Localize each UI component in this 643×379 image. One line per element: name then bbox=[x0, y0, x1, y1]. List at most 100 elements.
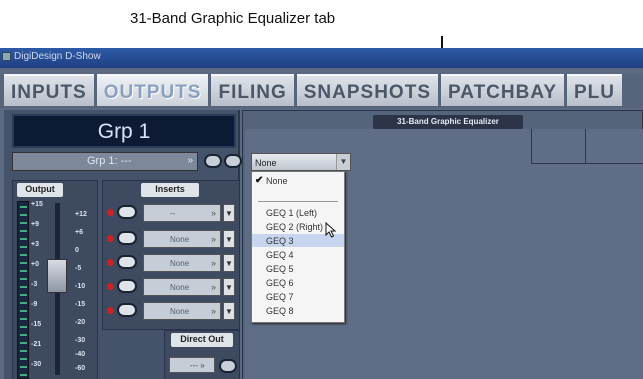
insert-bypass-button[interactable] bbox=[117, 205, 137, 219]
menu-item-geq-4[interactable]: GEQ 4 bbox=[252, 248, 344, 261]
panel-divider bbox=[531, 129, 532, 163]
mouse-pointer-icon bbox=[325, 222, 337, 238]
meter-segment bbox=[20, 358, 27, 360]
inserts-label: Inserts bbox=[141, 183, 199, 197]
tab-patchbay[interactable]: PATCHBAY bbox=[441, 74, 564, 106]
direct-out-label: Direct Out bbox=[171, 333, 233, 347]
channel-strip: Grp 1 Grp 1: --- » Output +15 +9 +3 +0 -… bbox=[4, 110, 242, 379]
menu-item-none[interactable]: ✔ None bbox=[252, 174, 344, 187]
meter-segment bbox=[20, 342, 27, 344]
insert-slot[interactable]: None » bbox=[143, 278, 221, 296]
chevron-down-icon[interactable]: ▼ bbox=[223, 302, 235, 320]
meter-segment bbox=[20, 206, 27, 208]
next-channel-button[interactable] bbox=[224, 154, 242, 168]
meter-segment bbox=[20, 254, 27, 256]
tab-bar: INPUTS OUTPUTS FILING SNAPSHOTS PATCHBAY… bbox=[0, 74, 643, 108]
scale-label: -30 bbox=[31, 361, 42, 368]
tab-filing[interactable]: FILING bbox=[211, 74, 294, 106]
callout: 31-Band Graphic Equalizer tab bbox=[0, 0, 643, 82]
insert-slot[interactable]: -- » bbox=[143, 204, 221, 222]
fader-scale-label: -60 bbox=[75, 365, 86, 372]
meter-segment bbox=[20, 278, 27, 280]
chevron-down-icon[interactable]: ▼ bbox=[223, 278, 235, 296]
prev-channel-button[interactable] bbox=[204, 154, 222, 168]
tab-outputs[interactable]: OUTPUTS bbox=[96, 74, 209, 106]
insert-indicator bbox=[107, 259, 114, 266]
meter-segment bbox=[20, 310, 27, 312]
geq-select-value: None bbox=[255, 158, 277, 168]
meter-segment bbox=[20, 318, 27, 320]
insert-bypass-button[interactable] bbox=[117, 279, 137, 293]
insert-row: None » ▼ bbox=[107, 253, 239, 273]
insert-bypass-button[interactable] bbox=[117, 231, 137, 245]
insert-slot[interactable]: None » bbox=[143, 230, 221, 248]
double-chevron-icon: » bbox=[210, 208, 216, 218]
double-chevron-icon: » bbox=[187, 155, 193, 166]
meter-segment bbox=[20, 238, 27, 240]
channel-selector[interactable]: Grp 1: --- » bbox=[12, 152, 198, 171]
insert-slot-label: None bbox=[170, 307, 190, 316]
scale-label: -9 bbox=[31, 301, 38, 308]
tab-plugins[interactable]: PLU bbox=[567, 74, 622, 106]
fader-scale-label: -10 bbox=[75, 283, 86, 290]
menu-item-geq-8[interactable]: GEQ 8 bbox=[252, 304, 344, 317]
geq-area: 31-Band Graphic Equalizer None ▼ ✔ None … bbox=[242, 110, 643, 379]
scale-label: +15 bbox=[31, 201, 43, 208]
fader-scale-label: -5 bbox=[75, 265, 82, 272]
output-panel: Output +15 +9 +3 +0 -3 -9 -15 -21 -30 +1… bbox=[12, 180, 98, 379]
direct-out-button[interactable] bbox=[219, 359, 237, 373]
menu-item-geq-6[interactable]: GEQ 6 bbox=[252, 276, 344, 289]
insert-row: None » ▼ bbox=[107, 301, 239, 321]
meter-segment bbox=[20, 214, 27, 216]
fader-scale-label: -40 bbox=[75, 351, 86, 358]
double-chevron-icon: » bbox=[200, 361, 205, 370]
double-chevron-icon: » bbox=[210, 234, 216, 244]
double-chevron-icon: » bbox=[210, 306, 216, 316]
channel-name[interactable]: Grp 1 bbox=[12, 114, 236, 148]
tab-inputs[interactable]: INPUTS bbox=[4, 74, 94, 106]
fader-scale-label: -20 bbox=[75, 319, 86, 326]
meter-segment bbox=[20, 366, 27, 368]
insert-slot[interactable]: None » bbox=[143, 254, 221, 272]
geq-tab[interactable]: 31-Band Graphic Equalizer bbox=[373, 115, 523, 129]
title-bar: DigiDesign D-Show bbox=[0, 48, 643, 68]
insert-slot-label: None bbox=[170, 283, 190, 292]
meter-segment bbox=[20, 230, 27, 232]
fader-scale-label: +6 bbox=[75, 229, 83, 236]
insert-bypass-button[interactable] bbox=[117, 303, 137, 317]
meter-segment bbox=[20, 374, 27, 376]
window-title: DigiDesign D-Show bbox=[14, 51, 101, 62]
scale-label: -15 bbox=[31, 321, 42, 328]
insert-slot[interactable]: None » bbox=[143, 302, 221, 320]
meter-segment bbox=[20, 270, 27, 272]
chevron-down-icon[interactable]: ▼ bbox=[223, 254, 235, 272]
insert-slot-label: None bbox=[170, 259, 190, 268]
meter-segment bbox=[20, 246, 27, 248]
insert-row: None » ▼ bbox=[107, 229, 239, 249]
callout-label: 31-Band Graphic Equalizer tab bbox=[130, 10, 336, 27]
chevron-down-icon[interactable]: ▼ bbox=[223, 204, 235, 222]
direct-out-value: --- bbox=[190, 361, 198, 370]
fader-scale-label: +12 bbox=[75, 211, 87, 218]
geq-select[interactable]: None ▼ bbox=[251, 153, 351, 171]
menu-item-geq-1[interactable]: GEQ 1 (Left) bbox=[252, 206, 344, 219]
menu-item-geq-7[interactable]: GEQ 7 bbox=[252, 290, 344, 303]
app-window: DigiDesign D-Show INPUTS OUTPUTS FILING … bbox=[0, 48, 643, 379]
tab-snapshots[interactable]: SNAPSHOTS bbox=[296, 74, 438, 106]
insert-bypass-button[interactable] bbox=[117, 255, 137, 269]
insert-indicator bbox=[107, 209, 114, 216]
output-fader[interactable] bbox=[47, 259, 67, 293]
scale-label: +3 bbox=[31, 241, 39, 248]
meter-segment bbox=[20, 326, 27, 328]
menu-item-geq-5[interactable]: GEQ 5 bbox=[252, 262, 344, 275]
insert-indicator bbox=[107, 235, 114, 242]
meter-segment bbox=[20, 350, 27, 352]
inserts-panel: Inserts --» ▼ None » ▼ None » ▼ None » ▼ N… bbox=[102, 180, 240, 330]
scale-label: -21 bbox=[31, 341, 42, 348]
direct-out-selector[interactable]: --- » bbox=[169, 357, 215, 373]
meter-segment bbox=[20, 334, 27, 336]
checkmark-icon: ✔ bbox=[255, 175, 264, 186]
output-label: Output bbox=[17, 183, 63, 197]
chevron-down-icon[interactable]: ▼ bbox=[223, 230, 235, 248]
fader-scale-label: -15 bbox=[75, 301, 86, 308]
